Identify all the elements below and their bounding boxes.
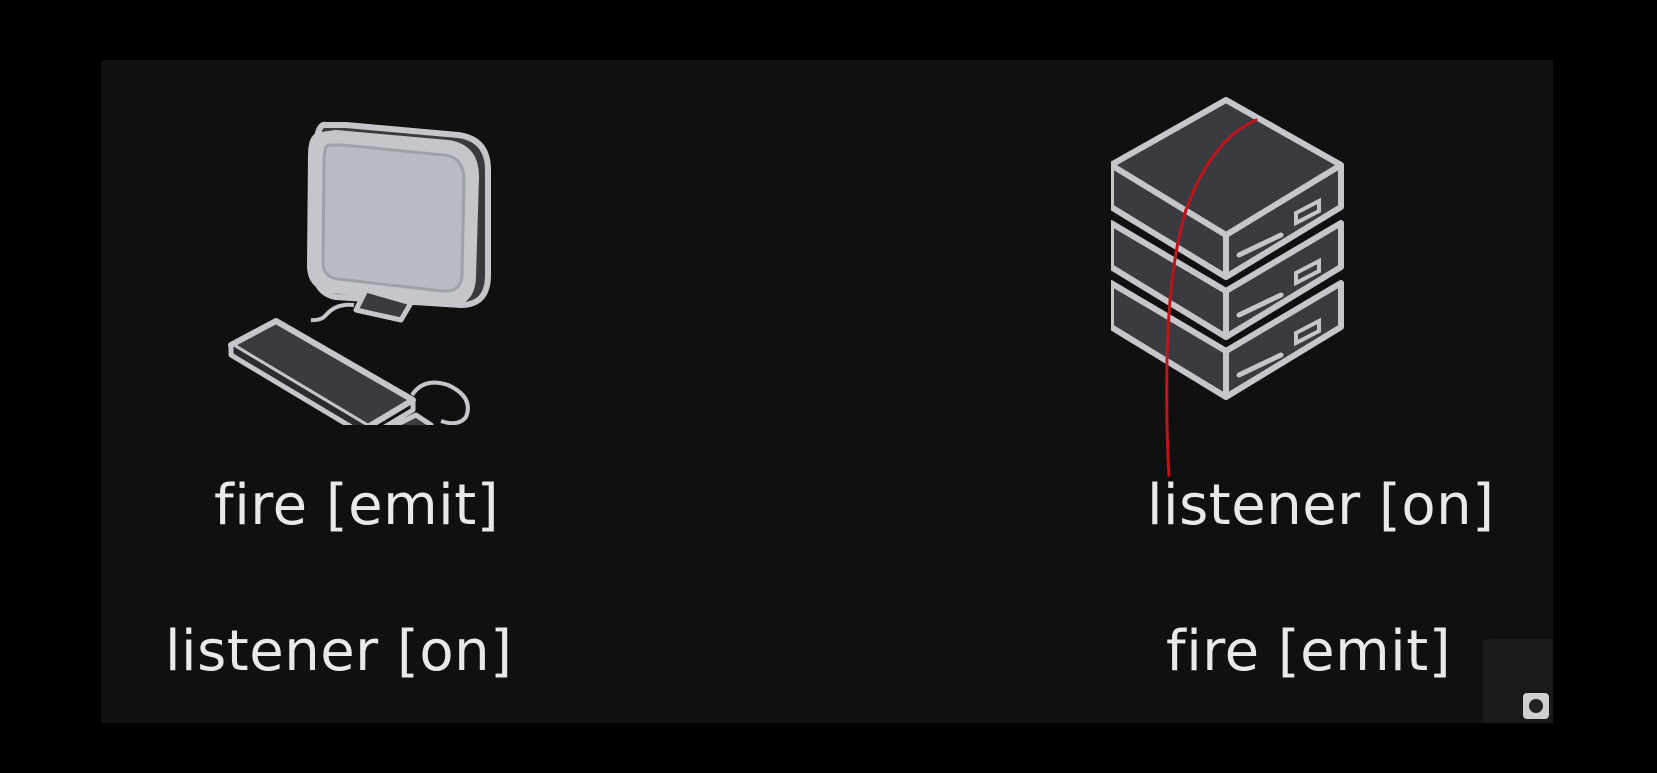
desktop-computer-icon <box>226 115 496 440</box>
slide-stage: fire [emit] listener [on] listener [on] … <box>0 0 1657 773</box>
diagram-panel: fire [emit] listener [on] listener [on] … <box>101 60 1553 723</box>
presenter-video-thumbnail <box>1483 639 1553 723</box>
server-stack-icon <box>1108 95 1401 485</box>
server-fire-label: fire [emit] <box>1166 619 1452 684</box>
client-listener-label: listener [on] <box>165 619 513 684</box>
client-fire-label: fire [emit] <box>214 473 500 538</box>
camera-icon <box>1523 693 1549 719</box>
server-listener-label: listener [on] <box>1147 473 1495 538</box>
